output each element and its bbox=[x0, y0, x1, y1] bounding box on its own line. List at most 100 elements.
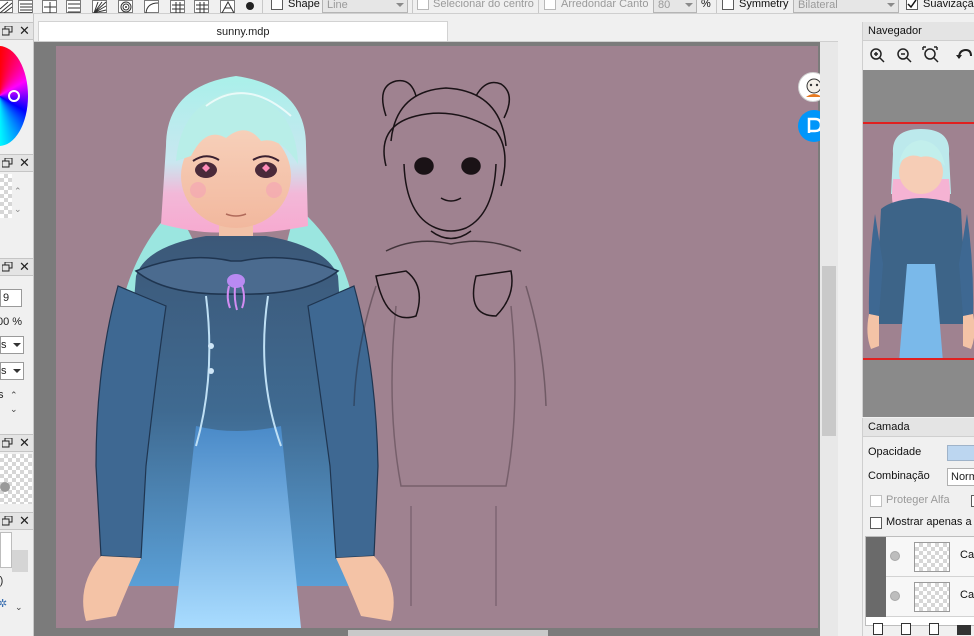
round-corner-label: Arredondar Canto bbox=[561, 0, 649, 10]
blend-mode-select[interactable]: Norm bbox=[947, 468, 974, 486]
layer-actions-bar bbox=[863, 623, 974, 636]
select-center-label: Selecionar do centro bbox=[433, 0, 534, 10]
separator bbox=[262, 0, 263, 13]
radial-lines-icon[interactable] bbox=[92, 0, 107, 13]
protect-alpha-label: Proteger Alfa bbox=[886, 494, 950, 506]
shape-select-value: Line bbox=[327, 0, 348, 11]
canvas-vertical-scrollbar[interactable] bbox=[820, 42, 838, 636]
round-corner-value-select[interactable]: 80 bbox=[653, 0, 697, 13]
parallel-lines-icon[interactable] bbox=[66, 0, 81, 13]
symmetry-select-value: Bilateral bbox=[798, 0, 838, 11]
brush-combo-2[interactable]: s bbox=[0, 362, 24, 380]
curve-icon[interactable] bbox=[144, 0, 159, 13]
layer-name: Ca bbox=[960, 589, 974, 601]
artwork bbox=[83, 76, 547, 628]
tool-options-bar: Shape Line Selecionar do centro Arredond… bbox=[0, 0, 974, 14]
zoom-fit-icon[interactable] bbox=[922, 46, 940, 64]
restore-window-icon[interactable] bbox=[2, 516, 13, 526]
new-layer-icon[interactable] bbox=[873, 623, 883, 635]
rotate-icon[interactable] bbox=[955, 46, 973, 64]
tab-sunny-mdp[interactable]: sunny.mdp bbox=[38, 21, 448, 41]
material-panel-header: ✕ bbox=[0, 512, 33, 530]
new-raster-icon[interactable] bbox=[901, 623, 911, 635]
material-list[interactable] bbox=[0, 532, 12, 568]
sketch-character bbox=[353, 79, 547, 606]
shape-select[interactable]: Line bbox=[322, 0, 408, 13]
chevron-down-icon bbox=[685, 3, 693, 7]
combo-value: s bbox=[1, 339, 7, 351]
layer-name: Ca bbox=[960, 549, 974, 561]
scroll-arrows[interactable]: ⌃ ⌄ bbox=[14, 182, 22, 218]
shape-checkbox[interactable] bbox=[271, 0, 283, 10]
close-icon[interactable]: ✕ bbox=[19, 436, 30, 450]
close-icon[interactable]: ✕ bbox=[19, 260, 30, 274]
scroll-thumb[interactable] bbox=[822, 266, 836, 436]
zoom-out-icon[interactable] bbox=[895, 46, 913, 64]
layer-row[interactable]: Ca bbox=[866, 537, 974, 577]
layer-row[interactable]: Ca bbox=[866, 577, 974, 617]
brush-size-value: 9 bbox=[3, 292, 10, 304]
canvas-horizontal-scrollbar[interactable] bbox=[348, 630, 548, 636]
brush-row-label: s bbox=[0, 389, 4, 401]
navigator-panel: Navegador bbox=[862, 22, 974, 417]
material-row-label: -) bbox=[0, 575, 4, 587]
navigator-title: Navegador bbox=[863, 22, 974, 41]
dot-icon[interactable] bbox=[246, 2, 254, 10]
layer-list: Ca Ca bbox=[865, 536, 974, 626]
navigator-viewport[interactable] bbox=[863, 122, 974, 360]
brush-opacity-value: 00 % bbox=[0, 316, 23, 328]
symmetry-checkbox[interactable] bbox=[722, 0, 734, 10]
blend-mode-label: Combinação bbox=[868, 470, 930, 482]
close-icon[interactable]: ✕ bbox=[19, 514, 30, 528]
navigator-thumbnail bbox=[867, 129, 974, 358]
artboard[interactable] bbox=[56, 46, 818, 628]
brush-size-field[interactable]: 9 bbox=[0, 289, 22, 307]
separator bbox=[538, 0, 539, 13]
chevron-down-icon[interactable]: ⌄ bbox=[15, 602, 23, 613]
brush-size-panel-header: ✕ bbox=[0, 258, 33, 276]
grid-icon[interactable] bbox=[42, 0, 57, 13]
chevron-down-icon bbox=[887, 3, 895, 7]
restore-window-icon[interactable] bbox=[2, 158, 13, 168]
restore-window-icon[interactable] bbox=[2, 438, 13, 448]
chevron-down-icon bbox=[13, 369, 21, 373]
chevron-down-icon bbox=[13, 343, 21, 347]
left-dock: ✕ ✕ ⌃⌄ ✕ 9 00 % s s s ⌃⌄ ✕ ✕ -) ✲ ⌄ bbox=[0, 14, 34, 636]
scroll-arrows[interactable]: ⌃ ⌄ bbox=[10, 388, 18, 416]
close-icon[interactable]: ✕ bbox=[19, 156, 30, 170]
perspective-grid-icon[interactable] bbox=[170, 0, 185, 13]
color-panel-header: ✕ bbox=[0, 22, 33, 40]
concentric-circles-icon[interactable] bbox=[118, 0, 133, 13]
close-icon[interactable]: ✕ bbox=[19, 24, 30, 38]
combo-value: s bbox=[1, 365, 7, 377]
grid-fine-icon[interactable] bbox=[194, 0, 209, 13]
navigator-toolbar bbox=[863, 42, 974, 68]
symmetry-select[interactable]: Bilateral bbox=[793, 0, 899, 13]
folder-icon[interactable] bbox=[957, 625, 971, 635]
color-wheel-picker[interactable] bbox=[8, 90, 20, 102]
layer-opacity-field[interactable] bbox=[947, 445, 974, 461]
smoothing-checkbox[interactable] bbox=[906, 0, 918, 10]
layer-strip bbox=[866, 577, 886, 617]
perspective-icon[interactable] bbox=[220, 0, 235, 13]
restore-window-icon[interactable] bbox=[2, 26, 13, 36]
round-corner-checkbox[interactable] bbox=[544, 0, 556, 10]
brush-shape-icon-1[interactable] bbox=[0, 0, 13, 13]
navigator-preview[interactable] bbox=[863, 70, 974, 417]
visibility-toggle[interactable] bbox=[890, 591, 900, 601]
layer-thumbnail bbox=[914, 542, 950, 572]
gear-icon[interactable]: ✲ bbox=[0, 597, 7, 610]
material-scrollbar[interactable] bbox=[12, 550, 28, 572]
opacity-label: Opacidade bbox=[868, 446, 922, 458]
show-only-checkbox[interactable] bbox=[870, 517, 882, 529]
new-folder-icon[interactable] bbox=[929, 623, 939, 635]
restore-window-icon[interactable] bbox=[2, 262, 13, 272]
zoom-in-icon[interactable] bbox=[868, 46, 886, 64]
texture-mark bbox=[0, 482, 10, 492]
brush-combo-1[interactable]: s bbox=[0, 336, 24, 354]
protect-alpha-checkbox[interactable] bbox=[870, 495, 882, 507]
colored-character bbox=[83, 76, 394, 628]
visibility-toggle[interactable] bbox=[890, 551, 900, 561]
hatch-lines-icon[interactable] bbox=[18, 0, 33, 13]
select-center-checkbox[interactable] bbox=[417, 0, 429, 10]
